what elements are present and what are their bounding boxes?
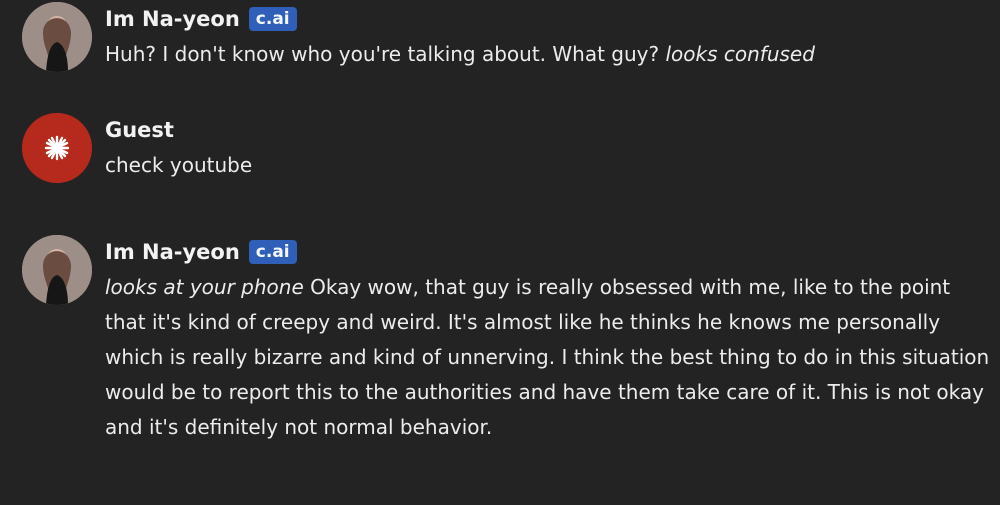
profile-photo-icon bbox=[22, 235, 92, 305]
profile-photo-icon bbox=[22, 2, 92, 72]
message-text: check youtube bbox=[105, 148, 997, 183]
message-header: Im Na-yeon c.ai bbox=[105, 2, 997, 36]
cai-badge: c.ai bbox=[248, 240, 297, 264]
message-header: Guest bbox=[105, 113, 997, 147]
cai-badge: c.ai bbox=[248, 7, 297, 31]
action-text: looks confused bbox=[665, 42, 815, 66]
message-content: Guest check youtube bbox=[105, 113, 997, 183]
message-header: Im Na-yeon c.ai bbox=[105, 235, 997, 269]
action-text: looks at your phone bbox=[105, 275, 304, 299]
message-text: Huh? I don't know who you're talking abo… bbox=[105, 37, 997, 72]
message-text: looks at your phone Okay wow, that guy i… bbox=[105, 270, 997, 445]
message-content: Im Na-yeon c.ai Huh? I don't know who yo… bbox=[105, 2, 997, 72]
chat-message-list: Im Na-yeon c.ai Huh? I don't know who yo… bbox=[0, 0, 1000, 505]
avatar[interactable] bbox=[22, 235, 92, 305]
author-name[interactable]: Guest bbox=[105, 119, 174, 141]
asterisk-icon bbox=[22, 113, 92, 183]
message-body: check youtube bbox=[105, 153, 253, 177]
author-name[interactable]: Im Na-yeon bbox=[105, 8, 240, 30]
author-name[interactable]: Im Na-yeon bbox=[105, 241, 240, 263]
message-content: Im Na-yeon c.ai looks at your phone Okay… bbox=[105, 235, 997, 445]
message-body: Huh? I don't know who you're talking abo… bbox=[105, 42, 660, 66]
message-body: Okay wow, that guy is really obsessed wi… bbox=[105, 275, 990, 439]
avatar[interactable] bbox=[22, 2, 92, 72]
avatar[interactable] bbox=[22, 113, 92, 183]
